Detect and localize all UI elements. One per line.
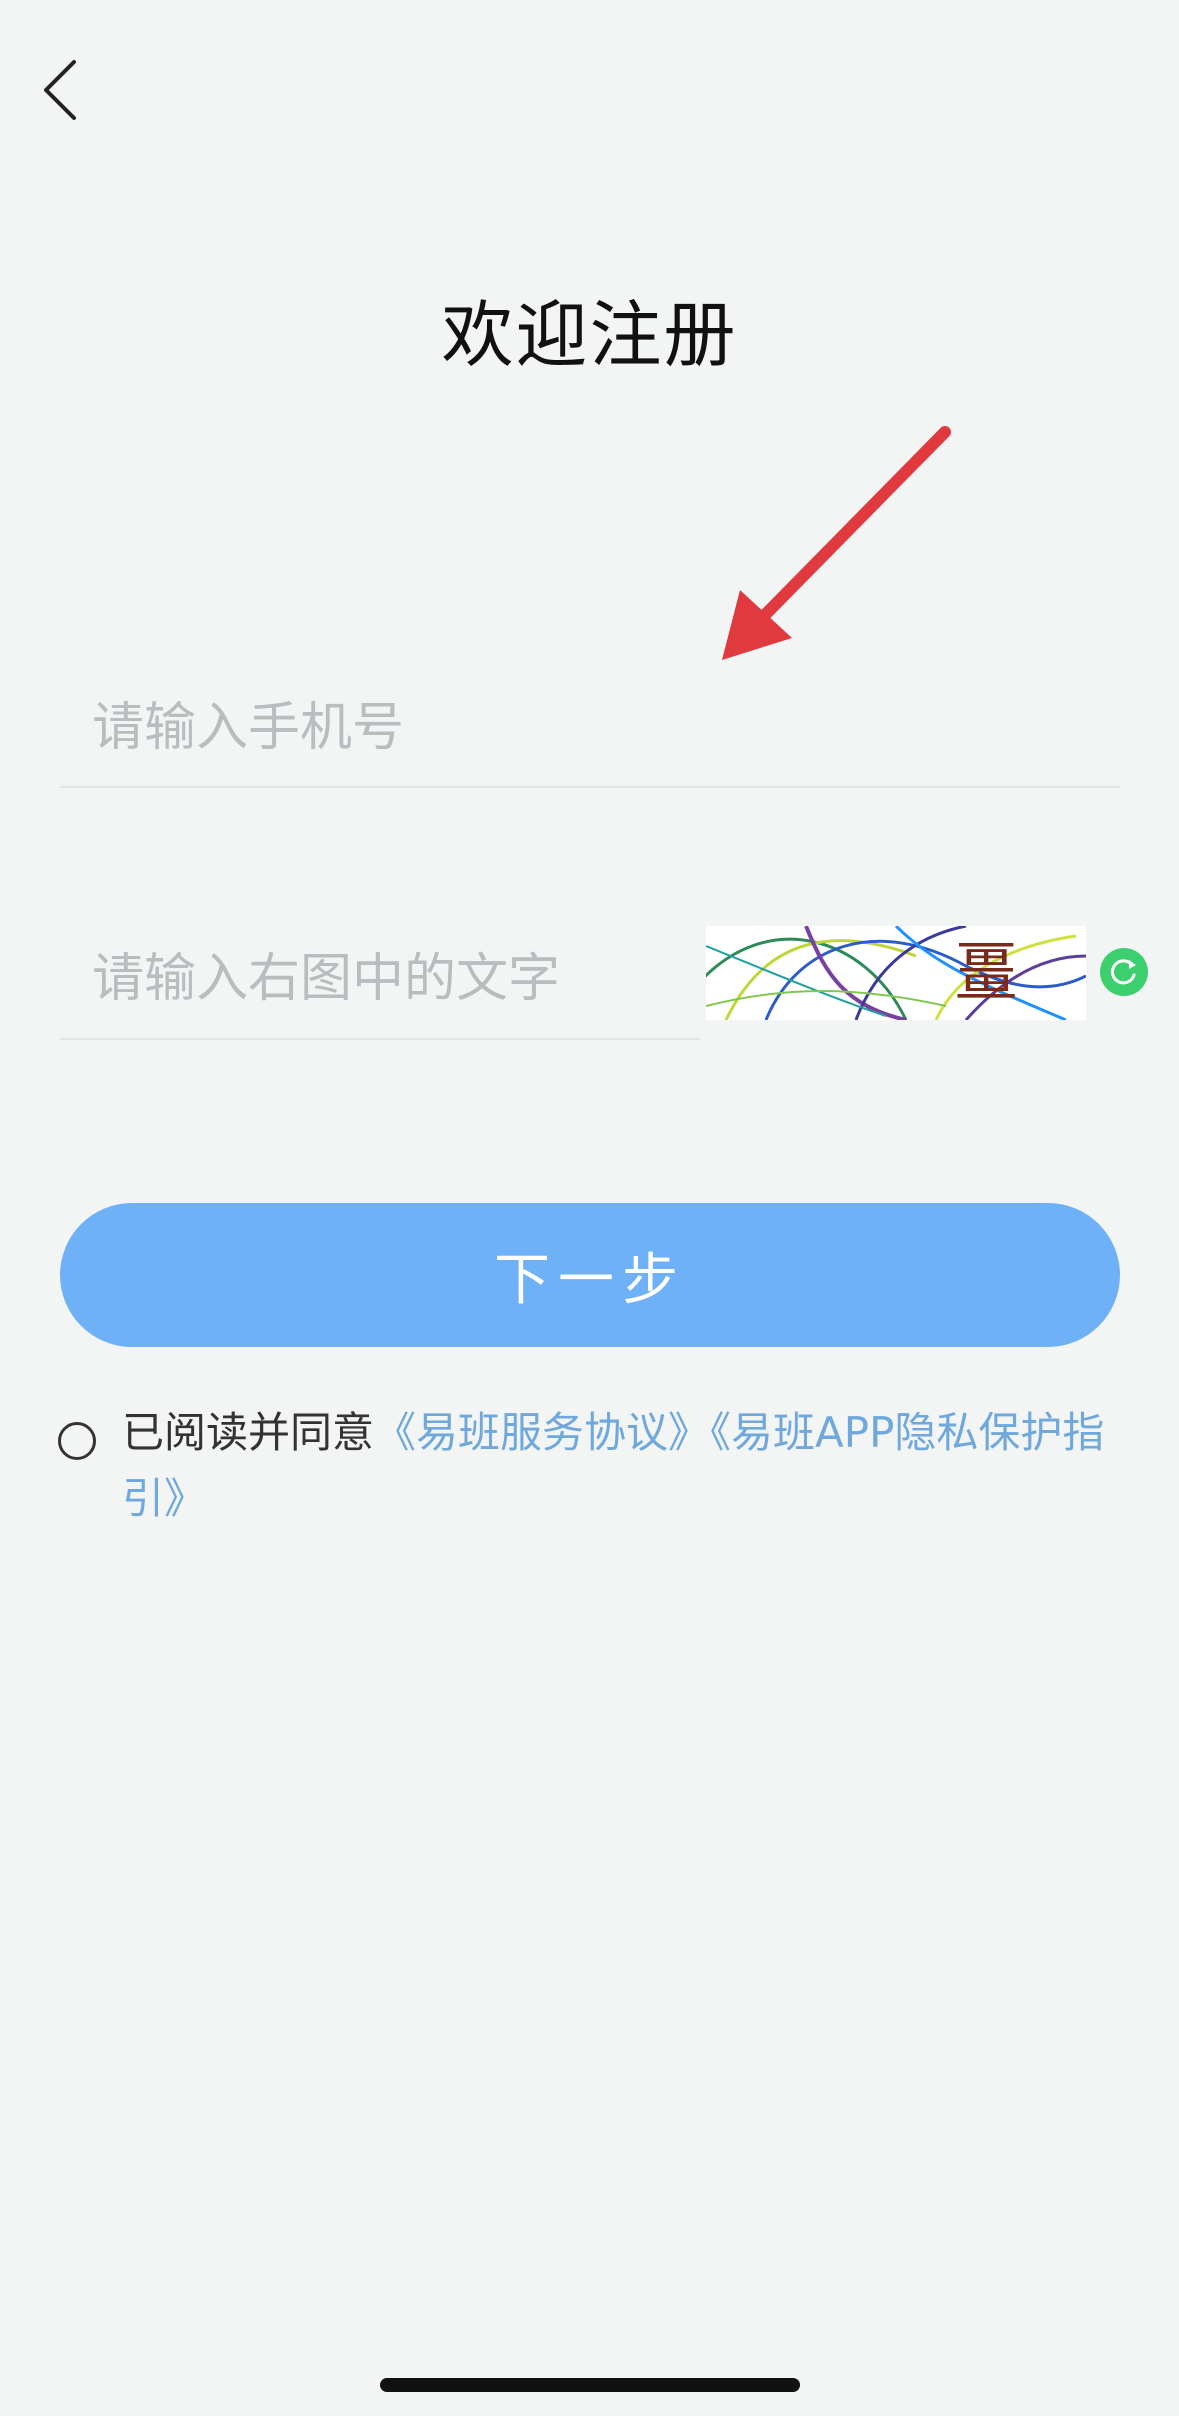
- captcha-char: 畺: [954, 936, 1018, 1010]
- register-page: 欢迎注册 畺 下一步 已阅读: [0, 0, 1179, 2416]
- phone-input[interactable]: [60, 670, 1120, 786]
- captcha-field: [60, 920, 700, 1040]
- captcha-input[interactable]: [60, 920, 700, 1038]
- agreement-text: 已阅读并同意《易班服务协议》《易班APP隐私保护指引》: [122, 1400, 1162, 1532]
- agreement-prefix: 已阅读并同意: [122, 1408, 375, 1457]
- captcha-image[interactable]: 畺: [706, 926, 1086, 1020]
- next-step-button[interactable]: 下一步: [60, 1203, 1120, 1347]
- annotation-arrow-icon: [722, 426, 951, 660]
- captcha-refresh-button[interactable]: [1100, 948, 1148, 996]
- service-agreement-link[interactable]: 《易班服务协议》: [374, 1408, 710, 1457]
- page-title: 欢迎注册: [441, 293, 738, 377]
- phone-field: [60, 670, 1120, 788]
- chevron-left-icon: [44, 60, 76, 120]
- refresh-icon: [1110, 959, 1136, 985]
- home-indicator[interactable]: [380, 2378, 800, 2392]
- back-button[interactable]: [30, 50, 90, 130]
- captcha-noise: [706, 926, 1086, 1020]
- agree-radio[interactable]: [58, 1422, 96, 1460]
